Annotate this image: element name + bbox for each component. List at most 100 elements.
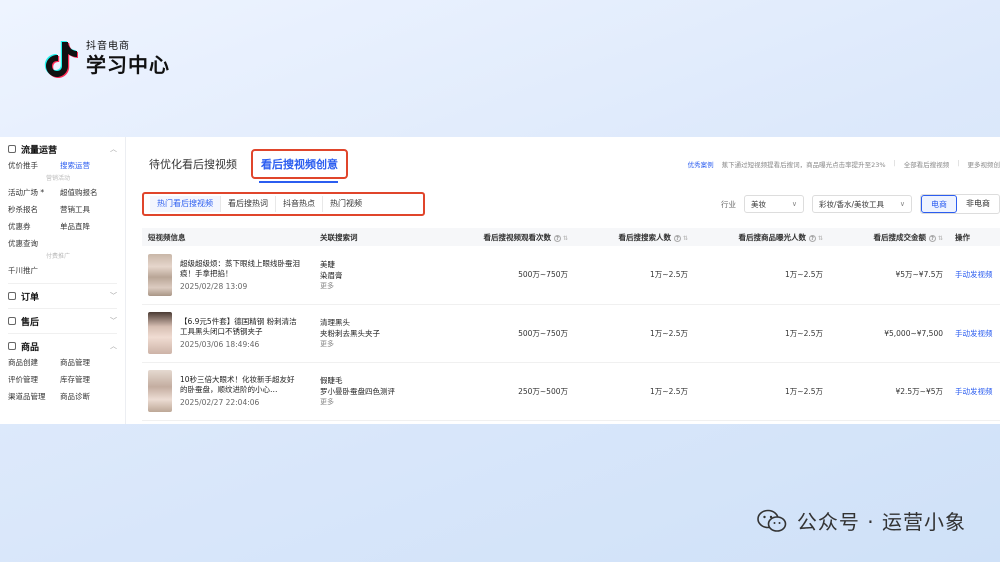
subtab-popular-videos[interactable]: 热门视频 — [323, 196, 369, 212]
sort-icon[interactable]: ⇅ — [818, 235, 823, 242]
ecommerce-toggle: 电商 非电商 — [920, 194, 1000, 214]
video-thumbnail[interactable] — [148, 312, 172, 354]
sidebar-item[interactable]: 超值购报名 — [60, 187, 112, 198]
chevron-up-icon: ︿ — [110, 342, 117, 350]
sort-icon[interactable]: ⇅ — [683, 235, 688, 242]
sidebar-item[interactable]: 库存管理 — [60, 374, 112, 385]
sidebar-section-title: 流量运营 — [21, 145, 58, 156]
sidebar-section-goods[interactable]: 商品 ︿ — [0, 338, 125, 354]
keyword: 假睫毛 — [320, 376, 343, 385]
videos-table: 短视频信息 关联搜索词 看后搜视频观看次数? ⇅ 看后搜搜索人数? ⇅ 看后搜商品曝… — [142, 228, 1000, 421]
toggle-non-ecommerce[interactable]: 非电商 — [957, 195, 999, 213]
subtab-douyin-hot[interactable]: 抖音热点 — [276, 196, 323, 212]
sidebar-item[interactable]: 优惠查询 — [8, 238, 60, 249]
video-title[interactable]: 【6.9元5件套】德国精钢 粉刺清洁工具黑头闭口不锈钢夹子 — [180, 317, 300, 337]
help-icon[interactable]: ? — [928, 234, 936, 242]
tab-video-creative-highlighted[interactable]: 看后搜视频创意 — [251, 149, 348, 183]
more-keywords-link[interactable]: 更多 — [320, 281, 418, 291]
industry-label: 行业 — [721, 199, 736, 209]
subtabs-highlighted: 热门看后搜视频 看后搜热词 抖音热点 热门视频 — [142, 192, 425, 216]
manual-post-button[interactable]: 手动发视频 — [955, 387, 993, 396]
industry-value: 美妆 — [751, 199, 766, 209]
sidebar-section-title: 订单 — [21, 292, 40, 303]
col-exposure[interactable]: 看后搜商品曝光人数? ⇅ — [694, 228, 829, 246]
sidebar-group-label: 营销活动 — [46, 175, 71, 182]
industry-select[interactable]: 美妆 ∨ — [744, 195, 804, 213]
main-content: 待优化看后搜视频 看后搜视频创意 优秀案例 蕉下通过短视频提看后搜词，商品曝光点… — [127, 137, 1000, 424]
sort-icon[interactable]: ⇅ — [563, 235, 568, 242]
help-icon[interactable]: ? — [808, 234, 816, 242]
exposure-value: 1万~2.5万 — [785, 270, 823, 280]
gmv-value: ¥5,000~¥7,500 — [884, 328, 943, 338]
all-videos-link[interactable]: 全部看后搜视频 — [904, 159, 950, 169]
sidebar-item[interactable]: 商品管理 — [60, 357, 112, 368]
sidebar-section-orders[interactable]: 订单 ﹀ — [0, 288, 125, 304]
chevron-down-icon: ∨ — [791, 200, 797, 208]
tab-video-creative[interactable]: 看后搜视频创意 — [261, 156, 338, 172]
sidebar-item[interactable]: 营销工具 — [60, 204, 112, 215]
sidebar-item-search-ops[interactable]: 搜索运营 — [60, 160, 112, 171]
sort-icon[interactable]: ⇅ — [938, 235, 943, 242]
keyword: 染眉膏 — [320, 270, 343, 280]
col-views[interactable]: 看后搜视频观看次数? ⇅ — [424, 228, 574, 246]
sidebar-item[interactable]: 渠道品管理 — [8, 391, 60, 402]
col-searchers[interactable]: 看后搜搜索人数? ⇅ — [574, 228, 694, 246]
sidebar-group-label: 付费推广 — [46, 253, 71, 260]
wechat-icon — [757, 509, 787, 533]
col-action: 操作 — [955, 232, 970, 242]
video-thumbnail[interactable] — [148, 253, 172, 296]
chevron-down-icon: ﹀ — [110, 317, 117, 325]
searchers-value: 1万~2.5万 — [650, 328, 688, 338]
gmv-value: ¥2.5万~¥5万 — [895, 386, 943, 396]
video-thumbnail[interactable] — [148, 370, 172, 412]
col-gmv[interactable]: 看后搜成交金额? ⇅ — [829, 228, 949, 246]
subtab-hot-words[interactable]: 看后搜热词 — [221, 196, 276, 212]
video-date: 2025/02/28 13:09 — [180, 281, 248, 291]
views-value: 500万~750万 — [518, 270, 568, 280]
manual-post-button[interactable]: 手动发视频 — [955, 329, 993, 338]
category-select[interactable]: 彩妆/香水/美妆工具 ∨ — [812, 195, 912, 213]
case-banner: 优秀案例 蕉下通过短视频提看后搜词，商品曝光点击率提升至23% | 全部看后搜视… — [687, 159, 1000, 169]
manual-post-button[interactable]: 手动发视频 — [955, 270, 993, 279]
sidebar-item[interactable]: 商品创建 — [8, 357, 60, 368]
table-row: 10秒三倍大眼术！化妆新手超友好的卧蚕盘，顺纹进阶的小心… 2025/02/27… — [142, 362, 1000, 420]
sidebar-item[interactable]: 评价管理 — [8, 374, 60, 385]
tab-pending-videos[interactable]: 待优化看后搜视频 — [149, 156, 237, 172]
subtab-hot-videos[interactable]: 热门看后搜视频 — [150, 196, 221, 212]
sidebar-item[interactable]: 商品诊断 — [60, 391, 112, 402]
sidebar-item-price-pusher[interactable]: 优价推手 — [8, 160, 60, 171]
table-header: 短视频信息 关联搜索词 看后搜视频观看次数? ⇅ 看后搜搜索人数? ⇅ 看后搜商品曝… — [142, 228, 1000, 246]
more-keywords-link[interactable]: 更多 — [320, 339, 418, 349]
help-icon[interactable]: ? — [673, 234, 681, 242]
sidebar-item[interactable]: 活动广场 * — [8, 187, 60, 198]
help-icon[interactable]: ? — [553, 234, 561, 242]
chevron-down-icon: ﹀ — [110, 292, 117, 300]
exposure-value: 1万~2.5万 — [785, 328, 823, 338]
tiktok-icon — [42, 40, 78, 78]
brand-logo: 抖音电商 学习中心 — [42, 40, 170, 78]
sidebar-section-title: 售后 — [21, 317, 40, 328]
sidebar-section-traffic[interactable]: 流量运营 ︿ — [0, 141, 125, 157]
filters: 行业 美妆 ∨ 彩妆/香水/美妆工具 ∨ 电商 非电商 — [721, 194, 1000, 214]
more-keywords-link[interactable]: 更多 — [320, 397, 418, 407]
video-title[interactable]: 10秒三倍大眼术！化妆新手超友好的卧蚕盘，顺纹进阶的小心… — [180, 375, 300, 395]
video-date: 2025/03/06 18:49:46 — [180, 340, 260, 349]
goods-icon — [8, 342, 16, 350]
case-link[interactable]: 优秀案例 — [688, 159, 714, 169]
sidebar-item[interactable]: 单品直降 — [60, 221, 112, 232]
col-keywords: 关联搜索词 — [320, 232, 358, 242]
more-videos-link[interactable]: 更多视频创 — [968, 159, 1000, 169]
sidebar-item[interactable]: 优惠券 — [8, 221, 60, 232]
sidebar-item[interactable]: 秒杀报名 — [8, 204, 60, 215]
toggle-ecommerce[interactable]: 电商 — [921, 195, 957, 213]
searchers-value: 1万~2.5万 — [650, 270, 688, 280]
col-gmv-label: 看后搜成交金额 — [873, 232, 926, 242]
exposure-value: 1万~2.5万 — [785, 386, 823, 396]
watermark-text: 公众号 · 运营小象 — [796, 510, 966, 534]
sidebar-item-qianchuan[interactable]: 千川推广 — [8, 265, 60, 276]
keyword: 清理黑头 — [320, 318, 350, 327]
sidebar-section-aftersale[interactable]: 售后 ﹀ — [0, 313, 125, 329]
active-tab-underline — [259, 181, 338, 183]
case-desc: 蕉下通过短视频提看后搜词，商品曝光点击率提升至23% — [721, 161, 886, 169]
video-title[interactable]: 超级超级烦：蒸下眼线上眼线卧蚕泪痕！手拿把掐！ — [180, 259, 300, 279]
